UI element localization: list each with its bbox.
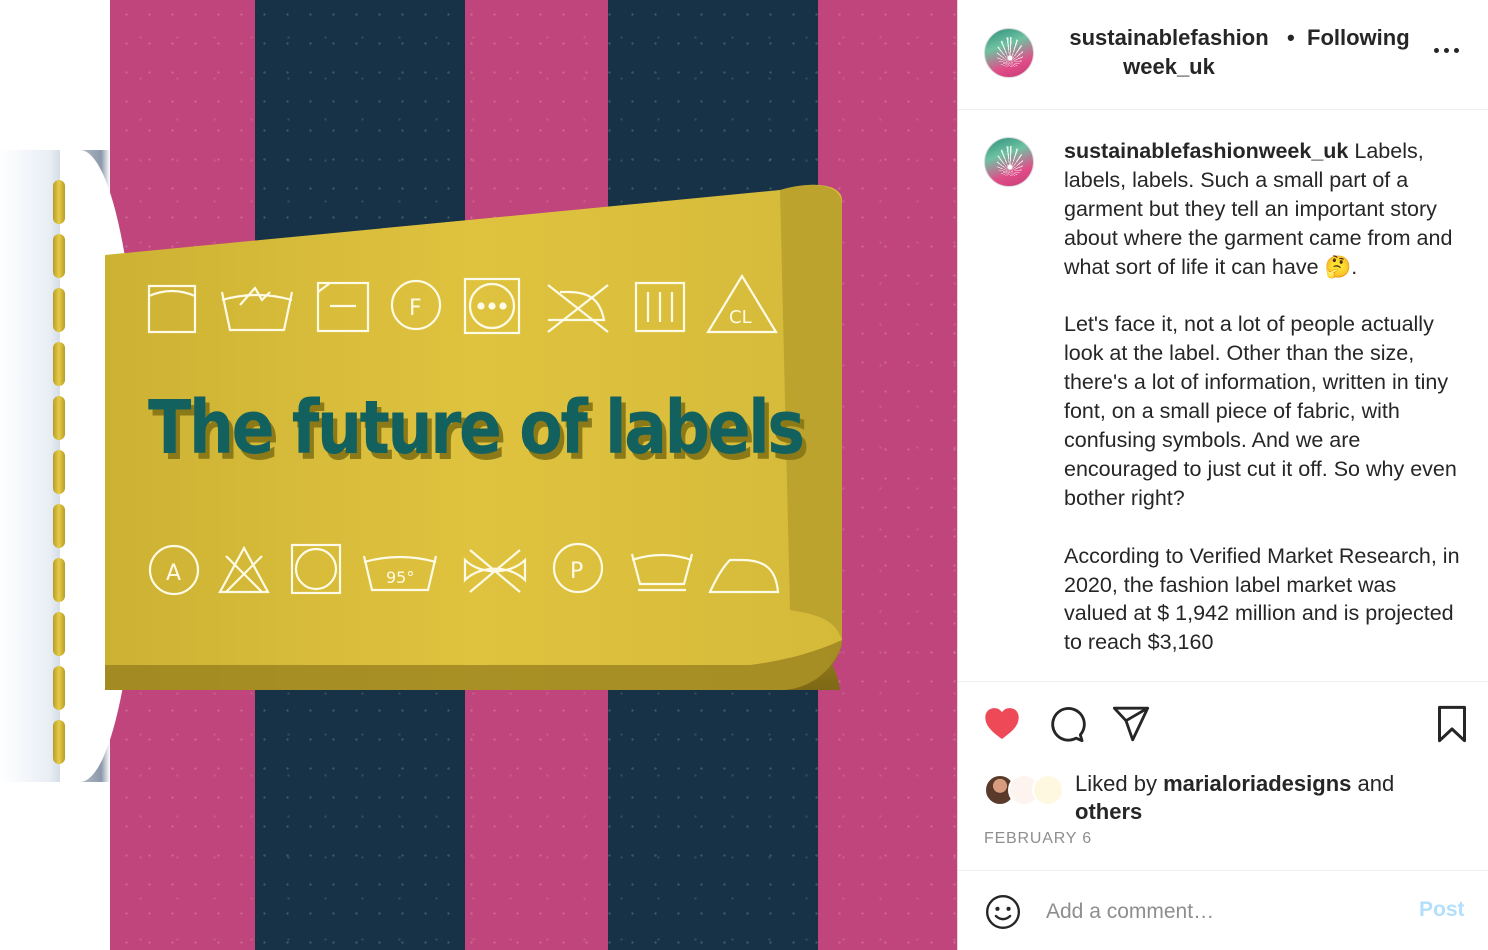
like-heart-icon[interactable] xyxy=(982,704,1022,744)
post-sidebar: sustainablefashion week_uk • Following s… xyxy=(957,0,1488,950)
others-link[interactable]: others xyxy=(1075,799,1142,824)
post-image[interactable]: F CL A 95° P The future of labels xyxy=(0,0,957,950)
svg-text:A: A xyxy=(166,561,181,586)
caption-paragraph-2: Let's face it, not a lot of people actua… xyxy=(1064,312,1457,510)
caption-username[interactable]: sustainablefashionweek_uk xyxy=(1064,139,1348,163)
liker-avatars[interactable] xyxy=(984,774,1066,808)
liker-avatar[interactable] xyxy=(1032,774,1064,806)
author-username[interactable]: sustainablefashion week_uk xyxy=(1066,23,1272,81)
svg-text:CL: CL xyxy=(729,307,752,328)
liked-by-text: Liked by marialoriadesigns and others xyxy=(1075,771,1395,824)
svg-text:F: F xyxy=(409,296,422,321)
separator-dot: • xyxy=(1287,25,1295,50)
caption-paragraph-3: According to Verified Market Research, i… xyxy=(1064,543,1460,655)
post-comment-button[interactable]: Post xyxy=(1419,898,1465,922)
save-bookmark-icon[interactable] xyxy=(1432,704,1472,744)
caption-avatar[interactable] xyxy=(984,137,1034,187)
svg-text:95°: 95° xyxy=(386,568,414,587)
comment-input[interactable] xyxy=(1046,893,1406,931)
more-options-icon[interactable] xyxy=(1434,44,1464,60)
caption-area[interactable]: sustainablefashionweek_uk Labels, labels… xyxy=(958,111,1488,681)
svg-text:P: P xyxy=(570,559,583,584)
caption-text: sustainablefashionweek_uk Labels, labels… xyxy=(1064,137,1464,681)
post-header: sustainablefashion week_uk • Following xyxy=(958,0,1488,110)
author-avatar[interactable] xyxy=(984,28,1034,78)
liker-username-link[interactable]: marialoriadesigns xyxy=(1163,771,1351,796)
share-icon[interactable] xyxy=(1111,704,1151,744)
post-actions: Liked by marialoriadesigns and others FE… xyxy=(958,681,1488,870)
fabric-label: F CL A 95° P xyxy=(105,184,842,690)
comment-bar: Post xyxy=(958,870,1488,950)
following-button[interactable]: Following xyxy=(1307,23,1410,52)
comment-icon[interactable] xyxy=(1047,704,1087,744)
post-date[interactable]: FEBRUARY 6 xyxy=(984,830,1092,848)
emoji-icon[interactable] xyxy=(984,893,1022,931)
image-headline: The future of labels xyxy=(148,385,805,471)
